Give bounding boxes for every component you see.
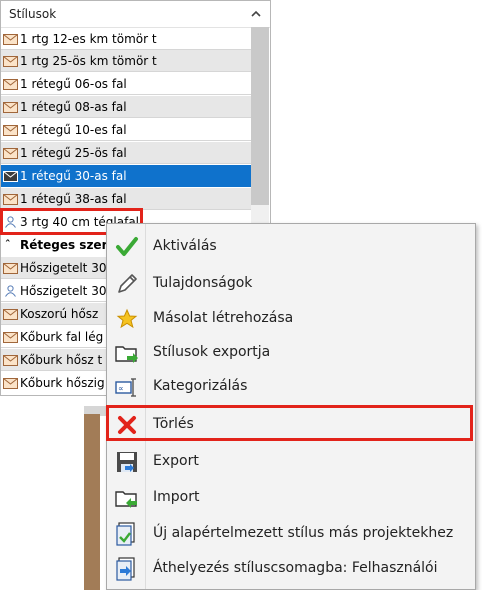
scroll-up-chevron-icon[interactable] xyxy=(249,7,263,21)
list-item[interactable]: 1 rétegű 06-os fal xyxy=(1,73,251,95)
wall-shape xyxy=(84,414,100,590)
categorize-icon: ∝ xyxy=(115,378,136,397)
menu-item-properties[interactable]: Tulajdonságok xyxy=(107,267,475,301)
menu-item-categorize[interactable]: ∝ Kategorizálás xyxy=(107,370,475,404)
export-disk-icon xyxy=(117,452,137,472)
wall-style-icon xyxy=(3,378,18,389)
wall-style-icon xyxy=(3,34,18,45)
user-style-icon xyxy=(5,285,16,297)
menu-item-import[interactable]: Import xyxy=(107,481,475,515)
list-item[interactable]: 1 rétegű 38-as fal xyxy=(1,188,251,210)
wall-style-icon xyxy=(3,263,18,274)
folder-export-icon xyxy=(115,346,138,363)
wall-style-icon xyxy=(3,102,18,113)
checkmark-icon xyxy=(116,237,138,256)
menu-item-export-styles[interactable]: Stílusok exportja xyxy=(107,336,475,370)
wall-style-icon xyxy=(3,125,18,136)
wall-style-icon xyxy=(3,79,18,90)
svg-text:∝: ∝ xyxy=(118,384,124,393)
panel-title: Stílusok xyxy=(9,7,57,21)
menu-item-duplicate[interactable]: Másolat létrehozása xyxy=(107,302,475,336)
wall-style-icon xyxy=(3,332,18,343)
wall-style-icon xyxy=(3,56,18,67)
collapse-chevron-icon[interactable]: ˆ xyxy=(5,234,11,256)
menu-item-new-default-style[interactable]: Új alapértelmezett stílus más projektekh… xyxy=(107,517,475,551)
star-icon xyxy=(116,308,138,329)
wall-style-icon xyxy=(3,309,18,320)
wall-style-icon xyxy=(3,148,18,159)
list-item[interactable]: 1 rétegű 10-es fal xyxy=(1,119,251,141)
menu-item-move-to-package[interactable]: Áthelyezés stíluscsomagba: Felhasználói xyxy=(107,552,475,586)
highlight-box-delete xyxy=(106,405,473,441)
wall-style-icon xyxy=(3,355,18,366)
list-item[interactable]: 1 rétegű 08-as fal xyxy=(1,96,251,118)
list-item[interactable]: 1 rétegű 25-ös fal xyxy=(1,142,251,164)
panel-header: Stílusok xyxy=(1,1,270,28)
new-default-style-icon xyxy=(116,522,135,546)
scrollbar-thumb[interactable] xyxy=(251,27,269,205)
import-folder-icon xyxy=(115,491,137,508)
menu-item-activate[interactable]: Aktiválás xyxy=(107,230,475,264)
menu-item-export[interactable]: Export xyxy=(107,445,475,479)
wall-style-icon xyxy=(3,171,18,182)
list-item-selected[interactable]: 1 rétegű 30-as fal xyxy=(1,165,251,187)
move-package-icon xyxy=(116,557,135,581)
list-item[interactable]: 1 rtg 12-es km tömör t xyxy=(1,28,251,50)
list-item[interactable]: 1 rtg 25-ös km tömör t xyxy=(1,50,251,72)
wall-style-icon xyxy=(3,194,18,205)
pencil-icon xyxy=(118,274,137,293)
